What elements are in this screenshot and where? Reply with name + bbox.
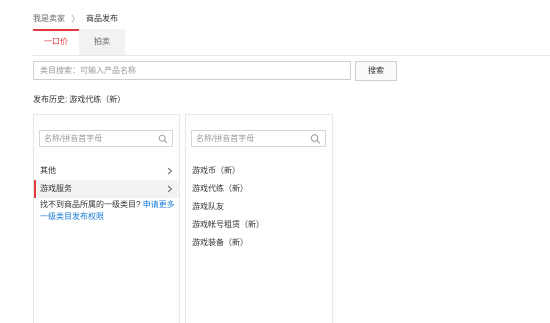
subcategory-item-account-rental[interactable]: 游戏帐号租赁（新）: [192, 216, 264, 234]
publish-history-label: 发布历史:: [33, 95, 68, 104]
category-search-button[interactable]: 搜索: [355, 61, 397, 81]
subcategory-item-game-currency[interactable]: 游戏币（新）: [192, 162, 264, 180]
breadcrumb-seller-center[interactable]: 我是卖家: [33, 13, 65, 24]
tab-fixed-price[interactable]: 一口价: [33, 29, 79, 55]
breadcrumb: 我是卖家 〉 商品发布: [33, 12, 118, 25]
chevron-right-icon: [167, 167, 173, 175]
category-item-label: 其他: [40, 166, 56, 175]
breadcrumb-current: 商品发布: [86, 14, 119, 23]
publish-history-item[interactable]: 游戏代练（新）: [69, 94, 125, 105]
level1-search-box: [39, 130, 173, 147]
category-panel-level1: 其他 游戏服务 找不到商品所属的一级类目? 申请更多一级类目发布权限: [33, 114, 180, 323]
tab-auction[interactable]: 拍卖: [79, 29, 125, 55]
chevron-right-icon: [167, 185, 173, 193]
category-search-input[interactable]: [33, 61, 351, 80]
category-panel-level2: 游戏币（新） 游戏代练（新） 游戏队友 游戏帐号租赁（新） 游戏装备（新）: [185, 114, 333, 323]
subcategory-item-game-teammate[interactable]: 游戏队友: [192, 198, 264, 216]
level1-category-list: 其他 游戏服务: [34, 162, 179, 198]
category-item-other[interactable]: 其他: [34, 162, 179, 180]
search-icon[interactable]: [310, 133, 321, 145]
subcategory-item-game-boosting[interactable]: 游戏代练（新）: [192, 180, 264, 198]
missing-category-notice: 找不到商品所属的一级类目? 申请更多一级类目发布权限: [40, 199, 176, 223]
search-icon[interactable]: [158, 133, 168, 145]
tab-divider: [33, 55, 550, 56]
level2-search-box: [191, 130, 326, 147]
breadcrumb-separator-icon: 〉: [71, 14, 81, 24]
level2-category-list: 游戏币（新） 游戏代练（新） 游戏队友 游戏帐号租赁（新） 游戏装备（新）: [192, 162, 264, 252]
missing-category-text: 找不到商品所属的一级类目?: [40, 200, 141, 209]
publish-history: 发布历史: 游戏代练（新）: [33, 94, 125, 105]
level2-search-input[interactable]: [192, 131, 310, 146]
category-item-game-services[interactable]: 游戏服务: [34, 180, 179, 198]
subcategory-item-game-equipment[interactable]: 游戏装备（新）: [192, 234, 264, 252]
level1-search-input[interactable]: [40, 131, 158, 146]
category-item-label: 游戏服务: [40, 184, 72, 193]
listing-type-tabs: 一口价 拍卖: [33, 29, 125, 55]
